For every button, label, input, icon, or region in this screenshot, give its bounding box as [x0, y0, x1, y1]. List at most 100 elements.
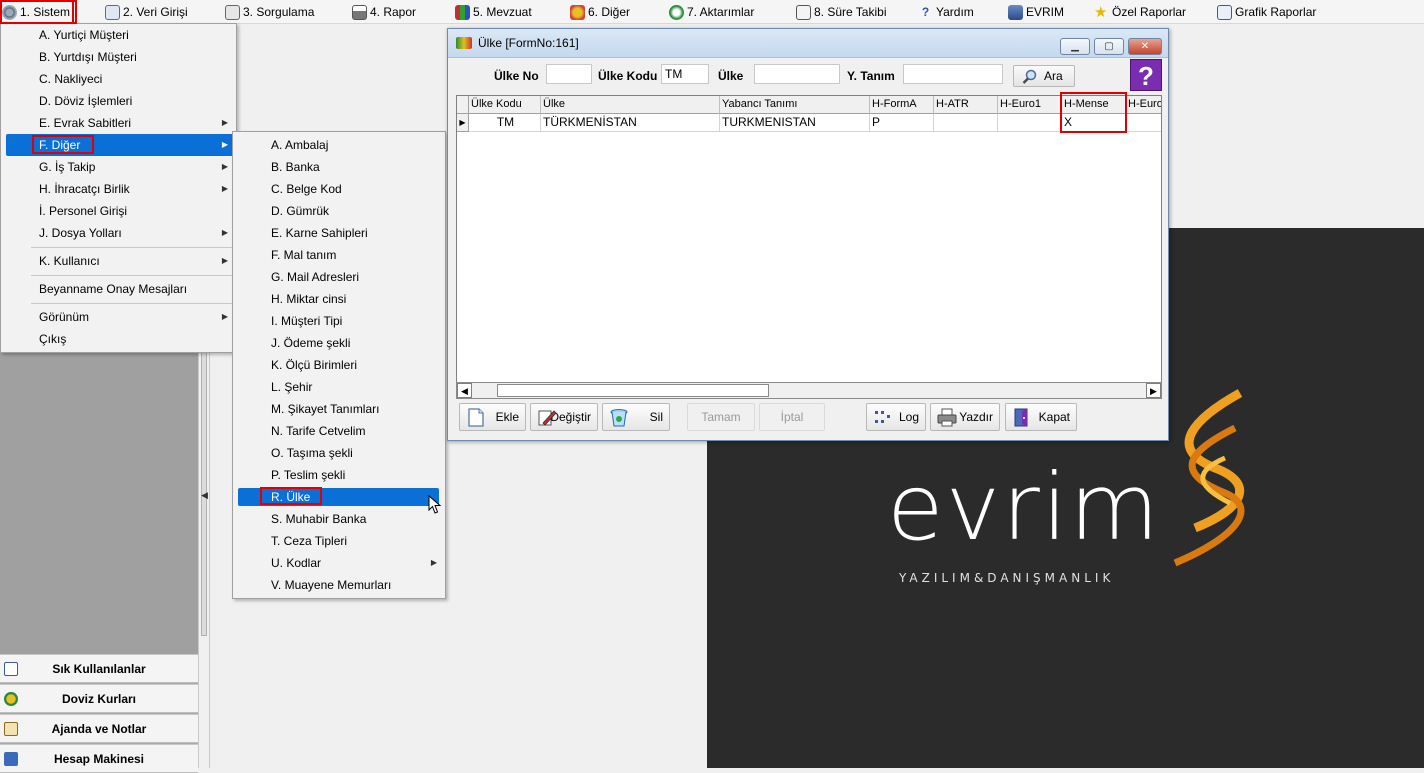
menu-item-dosya-yollari[interactable]: J. Dosya Yolları ▶	[3, 222, 234, 244]
menu-rapor[interactable]: 4. Rapor	[352, 0, 416, 24]
gear-icon	[2, 4, 17, 20]
ekle-button[interactable]: Ekle	[459, 403, 526, 431]
menu-sistem[interactable]: 1. Sistem	[0, 0, 75, 24]
grid-horizontal-scrollbar[interactable]: ◀ ▶	[456, 382, 1162, 399]
menu-item-personel-girisi[interactable]: İ. Personel Girişi	[3, 200, 234, 222]
menu-item-gumruk[interactable]: D. Gümrük	[235, 200, 443, 222]
menu-item-ambalaj[interactable]: A. Ambalaj	[235, 134, 443, 156]
close-button[interactable]: ✕	[1128, 38, 1162, 55]
menu-item-olcu-birimleri[interactable]: K. Ölçü Birimleri	[235, 354, 443, 376]
menu-yardim[interactable]: ? Yardım	[918, 0, 974, 24]
menu-item-tarife-cetvelim[interactable]: N. Tarife Cetvelim	[235, 420, 443, 442]
menu-item-label: S. Muhabir Banka	[271, 512, 367, 526]
menu-item-cikis[interactable]: Çıkış	[3, 328, 234, 350]
menu-item-nakliyeci[interactable]: C. Nakliyeci	[3, 68, 234, 90]
kapat-button[interactable]: Kapat	[1005, 403, 1077, 431]
menu-veri-girisi[interactable]: 2. Veri Girişi	[105, 0, 188, 24]
menu-item-ihracatci-birlik[interactable]: H. İhracatçı Birlik ▶	[3, 178, 234, 200]
grid-cell-yabanci-tanimi[interactable]: TURKMENISTAN	[720, 114, 870, 132]
tamam-button[interactable]: Tamam	[687, 403, 755, 431]
collapse-arrow-icon[interactable]: ◀	[201, 490, 208, 501]
menu-item-label: F. Mal tanım	[271, 248, 337, 262]
shortcut-ajanda[interactable]: Ajanda ve Notlar	[0, 714, 198, 743]
y-tanim-input[interactable]	[903, 64, 1003, 84]
menu-item-belge-kod[interactable]: C. Belge Kod	[235, 178, 443, 200]
row-selector-icon[interactable]: ▶	[457, 114, 469, 132]
menu-item-label: B. Banka	[271, 160, 320, 174]
grid-cell-ulke[interactable]: TÜRKMENİSTAN	[541, 114, 720, 132]
menu-label: EVRIM	[1026, 5, 1065, 19]
menu-item-mail-adresleri[interactable]: G. Mail Adresleri	[235, 266, 443, 288]
menu-item-teslim-sekli[interactable]: P. Teslim şekli	[235, 464, 443, 486]
menu-item-kodlar[interactable]: U. Kodlar ▶	[235, 552, 443, 574]
menu-evrim[interactable]: EVRIM	[1008, 0, 1064, 24]
menu-sure-takibi[interactable]: 8. Süre Takibi	[796, 0, 887, 24]
menu-item-muhabir-banka[interactable]: S. Muhabir Banka	[235, 508, 443, 530]
yazdir-button[interactable]: Yazdır	[930, 403, 1000, 431]
menu-item-doviz-islemleri[interactable]: D. Döviz İşlemleri	[3, 90, 234, 112]
menu-item-ceza-tipleri[interactable]: T. Ceza Tipleri	[235, 530, 443, 552]
menu-ozel-raporlar[interactable]: ★ Özel Raporlar	[1094, 0, 1186, 24]
grid-cell-ulke-kodu[interactable]: TM	[469, 114, 541, 132]
menu-item-yurtici-musteri[interactable]: A. Yurtiçi Müşteri	[3, 24, 234, 46]
grid-header-ulke-kodu[interactable]: Ülke Kodu	[469, 96, 541, 114]
form-titlebar[interactable]: Ülke [FormNo:161] ▁ ▢ ✕	[448, 29, 1168, 58]
grid-header-yabanci-tanimi[interactable]: Yabancı Tanımı	[720, 96, 870, 114]
grid-cell-h-euro[interactable]	[1126, 114, 1161, 132]
grid-cell-h-mense[interactable]: X	[1062, 114, 1126, 132]
menu-item-mal-tanim[interactable]: F. Mal tanım	[235, 244, 443, 266]
iptal-button[interactable]: İptal	[759, 403, 825, 431]
ara-button[interactable]: Ara	[1013, 65, 1075, 87]
diger-submenu: A. Ambalaj B. Banka C. Belge Kod D. Gümr…	[232, 131, 446, 599]
menubar: 1. Sistem 2. Veri Girişi 3. Sorgulama 4.…	[0, 0, 1424, 24]
scroll-thumb[interactable]	[497, 384, 769, 397]
menu-diger[interactable]: 6. Diğer	[570, 0, 630, 24]
menu-item-banka[interactable]: B. Banka	[235, 156, 443, 178]
menu-item-ulke[interactable]: R. Ülke	[238, 488, 439, 506]
shortcut-hesap-makinesi[interactable]: Hesap Makinesi	[0, 744, 198, 773]
menu-item-musteri-tipi[interactable]: I. Müşteri Tipi	[235, 310, 443, 332]
ulke-no-input[interactable]	[546, 64, 592, 84]
grid-header-h-euro1[interactable]: H-Euro1	[998, 96, 1062, 114]
ulke-kodu-input[interactable]	[661, 64, 709, 84]
scroll-right-icon[interactable]: ▶	[1146, 383, 1161, 398]
degistir-button[interactable]: Değiştir	[530, 403, 598, 431]
shortcut-doviz-kurlari[interactable]: Doviz Kurları	[0, 684, 198, 713]
menu-item-yurtdisi-musteri[interactable]: B. Yurtdışı Müşteri	[3, 46, 234, 68]
sil-button[interactable]: Sil	[602, 403, 670, 431]
help-button[interactable]: ?	[1130, 59, 1162, 91]
menu-item-karne-sahipleri[interactable]: E. Karne Sahipleri	[235, 222, 443, 244]
menu-item-sikayet-tanimlari[interactable]: M. Şikayet Tanımları	[235, 398, 443, 420]
menu-item-diger[interactable]: F. Diğer ▶	[6, 134, 234, 156]
menu-item-sehir[interactable]: L. Şehir	[235, 376, 443, 398]
menu-item-kullanici[interactable]: K. Kullanıcı ▶	[3, 250, 234, 272]
menu-item-miktar-cinsi[interactable]: H. Miktar cinsi	[235, 288, 443, 310]
grid-cell-h-atr[interactable]	[934, 114, 998, 132]
grid-cell-h-euro1[interactable]	[998, 114, 1062, 132]
menu-grafik-raporlar[interactable]: Grafik Raporlar	[1217, 0, 1316, 24]
grid-header-h-euro[interactable]: H-Euro	[1126, 96, 1161, 114]
grid-header-h-mense[interactable]: H-Mense	[1062, 96, 1126, 114]
menu-item-gorunum[interactable]: Görünüm ▶	[3, 306, 234, 328]
menu-item-evrak-sabitleri[interactable]: E. Evrak Sabitleri ▶	[3, 112, 234, 134]
menu-mevzuat[interactable]: 5. Mevzuat	[455, 0, 532, 24]
grid-header-h-atr[interactable]: H-ATR	[934, 96, 998, 114]
ulke-input[interactable]	[754, 64, 840, 84]
grid-header-ulke[interactable]: Ülke	[541, 96, 720, 114]
sidebar-scrollbar[interactable]	[201, 330, 207, 636]
menu-item-muayene-memurlari[interactable]: V. Muayene Memurları	[235, 574, 443, 596]
menu-sorgulama[interactable]: 3. Sorgulama	[225, 0, 314, 24]
menu-item-beyanname-onay[interactable]: Beyanname Onay Mesajları	[3, 278, 234, 300]
menu-aktarimlar[interactable]: 7. Aktarımlar	[669, 0, 754, 24]
grid-header-h-forma[interactable]: H-FormA	[870, 96, 934, 114]
menu-label: Grafik Raporlar	[1235, 5, 1317, 19]
menu-item-odeme-sekli[interactable]: J. Ödeme şekli	[235, 332, 443, 354]
scroll-left-icon[interactable]: ◀	[457, 383, 472, 398]
shortcut-sik-kullanilanlar[interactable]: Sık Kullanılanlar	[0, 654, 198, 683]
menu-item-tasima-sekli[interactable]: O. Taşıma şekli	[235, 442, 443, 464]
maximize-button[interactable]: ▢	[1094, 38, 1124, 55]
menu-item-is-takip[interactable]: G. İş Takip ▶	[3, 156, 234, 178]
minimize-button[interactable]: ▁	[1060, 38, 1090, 55]
log-button[interactable]: Log	[866, 403, 926, 431]
grid-cell-h-forma[interactable]: P	[870, 114, 934, 132]
